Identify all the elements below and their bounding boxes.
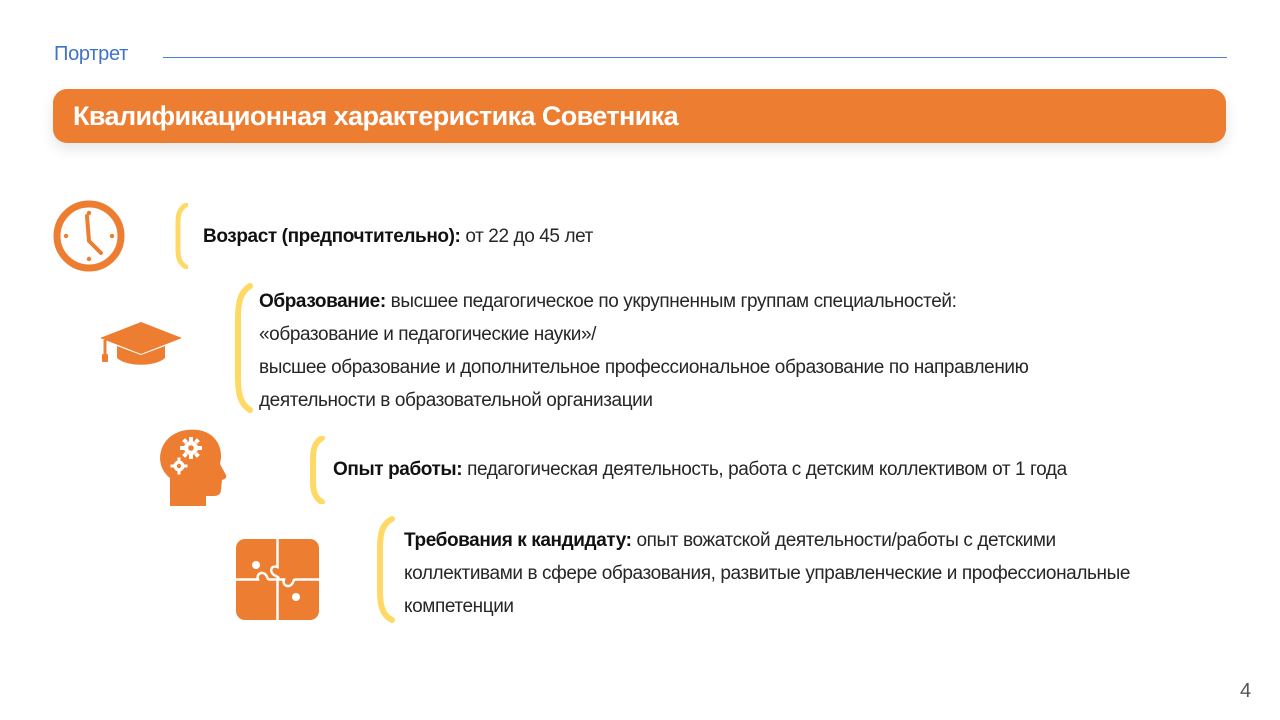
title-banner: Квалификационная характеристика Советник…	[53, 89, 1226, 143]
item-requirements-label: Требования к кандидату:	[404, 530, 632, 551]
header-divider	[163, 57, 1227, 58]
item-experience: Опыт работы: педагогическая деятельность…	[333, 453, 1067, 486]
clock-icon	[53, 200, 125, 272]
item-age-label: Возраст (предпочтительно):	[203, 226, 461, 247]
item-age-value: от 22 до 45 лет	[465, 226, 593, 247]
item-requirements: Требования к кандидату: опыт вожатской д…	[404, 524, 1224, 623]
item-education-line-3: высшее образование и дополнительное проф…	[259, 357, 1029, 378]
page-number: 4	[1240, 680, 1252, 702]
puzzle-icon	[236, 539, 319, 620]
item-bracket	[235, 283, 253, 413]
item-education: Образование: высшее педагогическое по ук…	[259, 285, 1159, 417]
item-education-line-4: деятельности в образовательной организац…	[259, 390, 653, 411]
graduation-cap-icon	[100, 322, 182, 365]
item-age: Возраст (предпочтительно): от 22 до 45 л…	[203, 220, 593, 253]
item-experience-value: педагогическая деятельность, работа с де…	[467, 459, 1067, 480]
item-bracket	[175, 203, 188, 269]
item-requirements-line-1: Требования к кандидату: опыт вожатской д…	[404, 524, 1224, 557]
item-education-line-2: «образование и педагогические науки»/	[259, 324, 597, 345]
item-requirements-line-2: коллективами в сфере образования, развит…	[404, 563, 1131, 584]
item-bracket	[377, 516, 395, 623]
section-label: Портрет	[54, 43, 128, 65]
item-requirements-value: опыт вожатской деятельности/работы с дет…	[636, 530, 1057, 551]
item-experience-label: Опыт работы:	[333, 459, 463, 480]
slide-title: Квалификационная характеристика Советник…	[73, 101, 679, 131]
head-gears-icon	[160, 429, 227, 506]
item-requirements-line-3: компетенции	[404, 596, 514, 617]
item-bracket	[310, 436, 325, 504]
item-education-line-1: Образование: высшее педагогическое по ук…	[259, 285, 1159, 318]
item-education-value: высшее педагогическое по укрупненным гру…	[390, 291, 957, 312]
item-education-label: Образование:	[259, 291, 386, 312]
